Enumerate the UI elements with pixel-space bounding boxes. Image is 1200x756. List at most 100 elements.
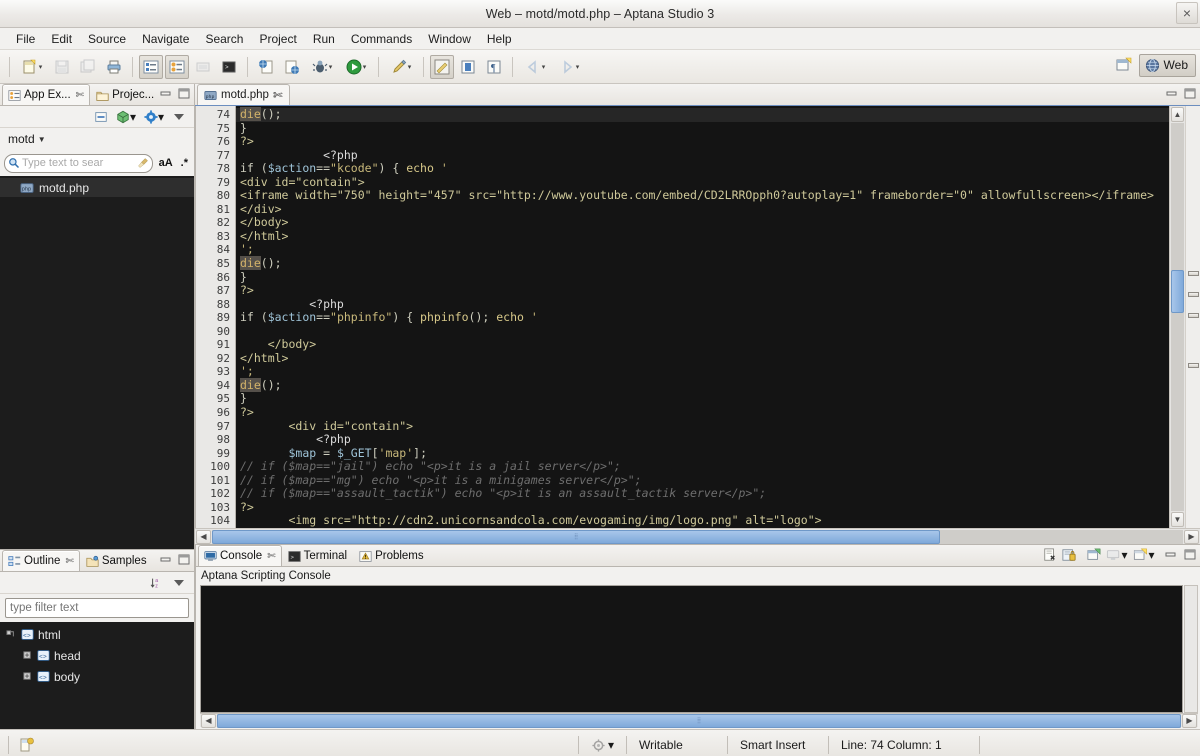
save-all-icon[interactable] — [76, 55, 100, 79]
menu-item-window[interactable]: Window — [420, 30, 479, 48]
broom-icon[interactable] — [137, 157, 149, 169]
tab-outline[interactable]: Outline ✄ — [2, 550, 80, 571]
menu-item-edit[interactable]: Edit — [43, 30, 80, 48]
forward-icon[interactable]: ▾ — [553, 55, 585, 79]
list-item[interactable]: <> head — [0, 645, 194, 666]
window-close-button[interactable]: × — [1176, 2, 1198, 24]
preview-icon[interactable] — [280, 55, 304, 79]
toggle-mark-occurrences-icon[interactable] — [430, 55, 454, 79]
new-wizard-icon[interactable]: ▾ — [16, 55, 48, 79]
tab-samples[interactable]: Samples — [80, 550, 153, 571]
console-output[interactable] — [200, 585, 1183, 713]
collapse-icon[interactable] — [6, 629, 17, 640]
print-icon[interactable] — [102, 55, 126, 79]
close-icon[interactable]: ✄ — [76, 90, 84, 101]
close-icon[interactable]: ✄ — [267, 551, 275, 562]
close-icon[interactable]: ✄ — [273, 88, 283, 102]
code-line[interactable]: </div> — [236, 203, 1169, 217]
code-line[interactable]: </body> — [236, 216, 1169, 230]
code-line[interactable]: // if ($map=="mg") echo "<p>it is a mini… — [236, 474, 1169, 488]
code-line[interactable]: <div id="contain"> — [236, 420, 1169, 434]
editor-marker-overview-ruler[interactable] — [1185, 106, 1200, 528]
back-icon[interactable]: ▾ — [519, 55, 551, 79]
show-paragraph-icon[interactable]: ¶ — [482, 55, 506, 79]
code-line[interactable]: '; — [236, 365, 1169, 379]
code-line[interactable]: ?> — [236, 501, 1169, 515]
scroll-thumb[interactable]: ⦙⦙ — [212, 530, 940, 544]
code-line[interactable]: // if ($map=="assault_tactik") echo "<p>… — [236, 487, 1169, 501]
list-item[interactable]: php motd.php — [0, 178, 194, 197]
case-sensitive-button[interactable]: aA — [157, 157, 175, 169]
search-input[interactable]: Type text to sear — [4, 154, 153, 173]
menu-item-project[interactable]: Project — [251, 30, 304, 48]
minimize-icon[interactable] — [1165, 87, 1179, 100]
scroll-thumb[interactable] — [1171, 270, 1184, 313]
code-line[interactable]: } — [236, 122, 1169, 136]
debug-icon[interactable]: ▾ — [306, 55, 338, 79]
code-line[interactable]: <?php — [236, 298, 1169, 312]
view-menu-icon[interactable] — [170, 108, 188, 126]
code-content[interactable]: die();}?> <?phpif ($action=="kcode") { e… — [236, 106, 1169, 528]
minimize-icon[interactable] — [1164, 548, 1178, 561]
menu-item-search[interactable]: Search — [197, 30, 251, 48]
menu-item-help[interactable]: Help — [479, 30, 520, 48]
display-selected-console-icon[interactable]: ▾ — [1106, 548, 1128, 561]
smart-gear-icon[interactable]: ▾ — [579, 736, 626, 754]
code-line[interactable]: die(); — [236, 108, 1169, 122]
code-line[interactable]: // if ($map=="jail") echo "<p>it is a ja… — [236, 460, 1169, 474]
clear-console-icon[interactable] — [1043, 548, 1057, 561]
scroll-track[interactable] — [1171, 123, 1184, 511]
save-icon[interactable] — [50, 55, 74, 79]
maximize-icon[interactable] — [1183, 87, 1197, 100]
tab-motd-php[interactable]: php motd.php ✄ — [197, 84, 290, 105]
tab-project-explorer[interactable]: Projec... — [90, 84, 160, 105]
scroll-down-icon[interactable]: ▼ — [1171, 512, 1184, 527]
code-line[interactable]: die(); — [236, 379, 1169, 393]
code-line[interactable]: <?php — [236, 149, 1169, 163]
list-item[interactable]: <> html — [0, 624, 194, 645]
scroll-right-icon[interactable]: ▶ — [1184, 530, 1199, 544]
annotation-marker[interactable] — [1188, 292, 1199, 297]
console-horizontal-scrollbar[interactable]: ◀ ⦙⦙ ▶ — [200, 713, 1198, 727]
scroll-thumb[interactable]: ⦙⦙ — [217, 714, 1181, 728]
scroll-up-icon[interactable]: ▲ — [1171, 107, 1184, 122]
deploy-icon[interactable]: ▾ — [385, 55, 417, 79]
view-menu-icon[interactable] — [170, 574, 188, 592]
gear-icon[interactable]: ▾ — [142, 108, 166, 126]
project-selector[interactable]: motd ▼ — [0, 128, 194, 150]
code-line[interactable]: $map = $_GET['map']; — [236, 447, 1169, 461]
tab-app-explorer[interactable]: App Ex... ✄ — [2, 84, 90, 105]
tab-problems[interactable]: Problems — [353, 545, 430, 566]
code-line[interactable]: ?> — [236, 406, 1169, 420]
new-web-file-icon[interactable] — [254, 55, 278, 79]
tab-terminal[interactable]: > Terminal — [282, 545, 353, 566]
minimize-icon[interactable] — [159, 87, 173, 100]
filter-input[interactable] — [5, 598, 189, 618]
lock-scroll-icon[interactable] — [1062, 548, 1076, 561]
code-line[interactable]: ?> — [236, 284, 1169, 298]
editor-vertical-scrollbar[interactable]: ▲ ▼ — [1169, 106, 1185, 528]
scroll-track[interactable]: ⦙⦙ — [217, 714, 1181, 728]
console-vertical-scrollbar[interactable] — [1184, 585, 1198, 713]
code-line[interactable]: die(); — [236, 257, 1169, 271]
code-line[interactable]: <img src="http://cdn2.unicornsandcola.co… — [236, 514, 1169, 528]
menu-item-commands[interactable]: Commands — [343, 30, 420, 48]
toggle-block-selection-icon[interactable] — [139, 55, 163, 79]
tab-console[interactable]: Console ✄ — [198, 545, 282, 566]
code-line[interactable]: <div id="contain"> — [236, 176, 1169, 190]
code-line[interactable]: '; — [236, 243, 1169, 257]
open-perspective-icon[interactable] — [1112, 53, 1136, 77]
annotation-marker[interactable] — [1188, 313, 1199, 318]
editor-status-icon[interactable] — [9, 736, 45, 754]
minimize-icon[interactable] — [159, 553, 173, 566]
image-icon[interactable] — [191, 55, 215, 79]
maximize-icon[interactable] — [177, 553, 191, 566]
menu-item-navigate[interactable]: Navigate — [134, 30, 197, 48]
code-line[interactable]: } — [236, 392, 1169, 406]
menu-item-run[interactable]: Run — [305, 30, 343, 48]
code-line[interactable]: <?php — [236, 433, 1169, 447]
annotation-marker[interactable] — [1188, 363, 1199, 368]
code-line[interactable]: if ($action=="kcode") { echo ' — [236, 162, 1169, 176]
regex-button[interactable]: .* — [179, 157, 190, 169]
scroll-right-icon[interactable]: ▶ — [1182, 714, 1197, 728]
